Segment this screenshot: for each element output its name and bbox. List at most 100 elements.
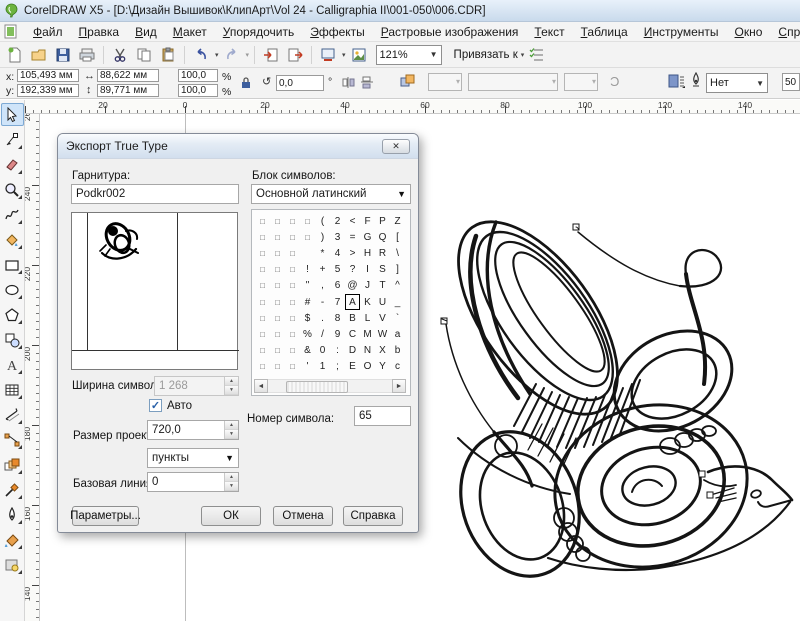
save-button[interactable] [52,44,74,66]
grid-cell[interactable]: □ [270,229,285,245]
mirror-horizontal-icon[interactable] [342,76,356,89]
grid-cell[interactable]: □ [300,229,315,245]
object-height-field[interactable]: 89,771 мм [97,84,159,97]
crop-tool[interactable] [1,153,24,176]
grid-cell[interactable]: A [345,294,360,310]
grid-cell[interactable]: U [375,294,390,310]
grid-cell[interactable]: ^ [390,278,405,294]
scroll-right-icon[interactable]: ► [392,379,406,393]
outline-width-combo[interactable]: Нет ▼ [706,73,768,93]
freehand-tool[interactable] [1,203,24,226]
grid-cell[interactable]: : [330,343,345,359]
outline-start-combo[interactable] [428,73,462,91]
grid-cell[interactable]: a [390,326,405,342]
grid-cell[interactable]: H [360,245,375,261]
grid-cell[interactable]: - [315,294,330,310]
grid-cell[interactable]: % [300,326,315,342]
baseline-line[interactable] [72,350,239,351]
undo-button[interactable] [190,44,212,66]
grid-cell[interactable]: □ [285,262,300,278]
char-number-field[interactable]: 65 [354,406,411,426]
document-icon[interactable] [4,24,17,39]
zoom-tool[interactable] [1,178,24,201]
grid-cell[interactable]: 1 [315,359,330,375]
left-bearing-line[interactable] [87,213,88,350]
scale-y-field[interactable]: 100,0 [178,84,218,97]
grid-cell[interactable]: ) [315,229,330,245]
grid-cell[interactable]: □ [270,278,285,294]
grid-cell[interactable]: ] [390,262,405,278]
grid-cell[interactable]: [ [390,229,405,245]
menu-item-6[interactable]: Эффекты [302,23,373,41]
scroll-track[interactable] [268,379,392,393]
dialog-title-bar[interactable]: Экспорт True Type ✕ [58,134,418,159]
shape-tool[interactable] [1,128,24,151]
scroll-thumb[interactable] [286,381,348,393]
grid-cell[interactable]: □ [255,278,270,294]
grid-cell[interactable]: = [345,229,360,245]
grid-cell[interactable]: □ [255,294,270,310]
grid-cell[interactable]: □ [300,213,315,229]
grid-cell[interactable]: S [375,262,390,278]
grid-cell[interactable]: □ [270,310,285,326]
grid-cell[interactable]: 9 [330,326,345,342]
menu-item-2[interactable]: Правка [71,23,128,41]
grid-cell[interactable]: ' [300,359,315,375]
menu-item-7[interactable]: Растровые изображения [373,23,527,41]
y-position-field[interactable]: 192,339 мм [17,84,79,97]
grid-cell[interactable]: 7 [330,294,345,310]
grid-cell[interactable]: 8 [330,310,345,326]
baseline-spinner[interactable]: 0 ▲▼ [147,472,239,492]
grid-cell[interactable] [300,245,315,261]
welcome-screen-button[interactable] [348,44,370,66]
import-button[interactable] [260,44,282,66]
grid-cell[interactable]: B [345,310,360,326]
outline-end-combo[interactable] [564,73,598,91]
combine-icon[interactable] [400,74,416,90]
right-bearing-line[interactable] [177,213,178,350]
grid-cell[interactable]: + [315,262,330,278]
grid-cell[interactable]: 2 [330,213,345,229]
grid-cell[interactable]: \ [390,245,405,261]
design-size-spinner[interactable]: 720,0 ▲▼ [147,420,239,440]
grid-cell[interactable]: " [300,278,315,294]
grid-cell[interactable]: I [360,262,375,278]
grid-cell[interactable]: 6 [330,278,345,294]
print-button[interactable] [76,44,98,66]
grid-cell[interactable]: □ [285,278,300,294]
units-select[interactable]: пункты▼ [147,448,239,468]
bird-drawing[interactable] [418,188,800,588]
grid-cell[interactable]: 3 [330,229,345,245]
grid-horizontal-scrollbar[interactable]: ◄ ► [254,379,406,393]
open-button[interactable] [28,44,50,66]
menu-item-11[interactable]: Окно [727,23,771,41]
grid-cell[interactable]: □ [255,343,270,359]
snap-dropdown-arrow[interactable]: ▾ [521,51,525,59]
grid-cell[interactable]: □ [255,359,270,375]
grid-cell[interactable]: ! [300,262,315,278]
smart-fill-tool[interactable] [1,228,24,251]
grid-cell[interactable]: K [360,294,375,310]
fill-tool[interactable] [1,528,24,551]
export-button[interactable] [284,44,306,66]
grid-cell[interactable]: $ [300,310,315,326]
grid-cell[interactable]: , [315,278,330,294]
grid-cell[interactable]: D [345,343,360,359]
ok-button[interactable]: ОК [201,506,261,526]
font-name-field[interactable]: Podkr002 [71,184,239,204]
grid-cell[interactable]: □ [285,229,300,245]
menu-item-12[interactable]: Справка [770,23,800,41]
redo-button[interactable] [221,44,243,66]
scale-x-field[interactable]: 100,0 [178,69,218,82]
x-position-field[interactable]: 105,493 мм [17,69,79,82]
grid-cell[interactable]: □ [270,359,285,375]
menu-item-1[interactable]: Файл [25,23,71,41]
horizontal-ruler[interactable]: 20020406080100120140 [25,100,800,114]
grid-cell[interactable]: M [360,326,375,342]
rotation-field[interactable]: 0,0 [276,75,324,91]
options-button[interactable]: Параметры... [72,506,139,526]
grid-cell[interactable]: T [375,278,390,294]
grid-cell[interactable]: b [390,343,405,359]
text-wrap-icon[interactable] [668,73,685,89]
grid-cell[interactable]: □ [285,359,300,375]
